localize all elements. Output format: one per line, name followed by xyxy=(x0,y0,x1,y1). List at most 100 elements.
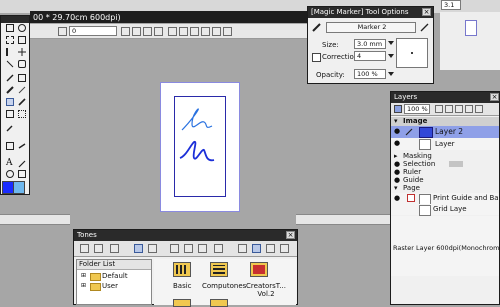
eye-icon[interactable]: ● xyxy=(394,127,400,135)
size-field[interactable]: 3.0 mm xyxy=(354,39,386,49)
tone-import-icon[interactable] xyxy=(80,244,89,253)
tone-settings-icon[interactable] xyxy=(110,244,119,253)
page-thumbnail[interactable] xyxy=(465,20,477,36)
brush-tool-icon[interactable] xyxy=(18,86,26,94)
tone-copy-icon[interactable] xyxy=(184,244,193,253)
eye-icon[interactable]: ● xyxy=(394,176,400,184)
lasso-tool-icon[interactable] xyxy=(18,24,26,32)
view-icon[interactable] xyxy=(168,27,177,36)
line-tool-icon[interactable] xyxy=(18,74,26,82)
page-number-field[interactable]: 3.1 xyxy=(441,0,461,10)
preset-selector[interactable]: Marker 2 xyxy=(326,22,416,33)
tone-set-icon[interactable] xyxy=(210,262,228,277)
tone-item-creators[interactable]: CreatorsT... Vol.2 xyxy=(242,282,290,298)
correction-field[interactable]: 4 xyxy=(354,51,386,61)
layer-link-icon[interactable] xyxy=(465,105,473,113)
tone-export-icon[interactable] xyxy=(94,244,103,253)
eye-icon[interactable]: ● xyxy=(394,194,400,202)
tones-close-icon[interactable]: × xyxy=(286,231,295,239)
tone-cut-icon[interactable] xyxy=(198,244,207,253)
selection-tool-icon[interactable] xyxy=(6,24,14,32)
gradient-tool-icon[interactable] xyxy=(6,142,14,150)
collapse-icon[interactable]: ▸ xyxy=(394,152,398,160)
layer-row-grid[interactable]: Grid Laye xyxy=(391,204,499,216)
layer-row-layer[interactable]: ● Layer xyxy=(391,138,499,150)
hand-tool-icon[interactable] xyxy=(18,60,26,68)
tone-set-icon[interactable] xyxy=(210,299,228,307)
tone-delete-icon[interactable] xyxy=(214,244,223,253)
eye-icon[interactable]: ● xyxy=(394,139,400,147)
expand-icon[interactable]: ▾ xyxy=(394,184,398,192)
tone-large-icons-icon[interactable] xyxy=(238,244,247,253)
tone-grid-view-icon[interactable] xyxy=(148,244,157,253)
tone-set-icon[interactable] xyxy=(250,262,268,277)
bottom-scroll-strip[interactable] xyxy=(0,214,70,225)
airbrush-tool-icon[interactable] xyxy=(6,110,14,118)
layer-row-image[interactable]: ▾ Image xyxy=(391,117,499,126)
wand-tool-icon[interactable] xyxy=(6,48,14,56)
marker-tool-icon[interactable] xyxy=(6,98,14,106)
rotate-tool-icon[interactable] xyxy=(18,170,26,178)
object-tool-icon[interactable] xyxy=(6,60,14,68)
bottom-scroll-strip-right[interactable] xyxy=(296,214,390,225)
expand-icon[interactable]: ▾ xyxy=(394,117,398,125)
background-color-swatch[interactable] xyxy=(13,181,25,194)
layer-type-icon[interactable] xyxy=(394,105,402,113)
print-icon[interactable] xyxy=(190,27,199,36)
snap-icon[interactable] xyxy=(201,27,210,36)
tone-small-icons-icon[interactable] xyxy=(252,244,261,253)
expand-icon[interactable]: ⊞ xyxy=(81,272,86,279)
move-tool-icon[interactable] xyxy=(18,48,26,56)
zoom-stepper-icon[interactable] xyxy=(58,27,67,36)
tone-details-icon[interactable] xyxy=(266,244,275,253)
marquee-tool-icon[interactable] xyxy=(6,36,14,44)
layer-folder-icon[interactable] xyxy=(445,105,453,113)
new-layer-icon[interactable] xyxy=(435,105,443,113)
ruler-icon[interactable] xyxy=(179,27,188,36)
zoom-tool-icon[interactable] xyxy=(6,170,14,178)
preset-edit-icon[interactable] xyxy=(420,23,429,32)
crop-tool-icon[interactable] xyxy=(18,36,26,44)
guide-icon[interactable] xyxy=(143,27,152,36)
print-guide-lock-icon[interactable] xyxy=(407,194,415,202)
layers-close-icon[interactable]: × xyxy=(490,93,499,101)
pen-tool-icon[interactable] xyxy=(6,74,14,82)
tone-item-computones[interactable]: Computones xyxy=(202,282,246,290)
tone-item-basic[interactable]: Basic xyxy=(173,282,192,290)
tone-set-icon[interactable] xyxy=(173,299,191,307)
tone-list-view-icon[interactable] xyxy=(134,244,143,253)
text-tool-icon[interactable]: A xyxy=(6,158,13,168)
layer-row-layer2[interactable]: ● Layer 2 xyxy=(391,126,499,138)
tone-set-icon[interactable] xyxy=(173,262,191,277)
flip-icon[interactable] xyxy=(132,27,141,36)
tone-tool-icon[interactable] xyxy=(18,110,26,118)
expand-icon[interactable]: ⊞ xyxy=(81,282,86,289)
close-icon[interactable]: × xyxy=(422,8,431,16)
zoom-field[interactable]: 0 xyxy=(69,26,117,36)
correction-dropdown-icon[interactable] xyxy=(388,54,394,58)
layer-lock-icon[interactable] xyxy=(455,105,463,113)
size-dropdown-icon[interactable] xyxy=(388,41,394,45)
fill-tool-icon[interactable] xyxy=(6,124,14,132)
layer-row-print-guide[interactable]: ● Print Guide and Basi... xyxy=(391,193,500,205)
marker-icon[interactable] xyxy=(223,27,232,36)
tone-new-folder-icon[interactable] xyxy=(170,244,179,253)
pen-edit-icon[interactable] xyxy=(405,128,413,136)
pencil-tool-icon[interactable] xyxy=(6,86,14,94)
opacity-field[interactable]: 100 % xyxy=(354,69,386,79)
eyedropper-tool-icon[interactable] xyxy=(18,160,26,168)
layer-row-page[interactable]: ▾ Page xyxy=(391,184,499,193)
rotate-icon[interactable] xyxy=(121,27,130,36)
layer-opacity-field[interactable]: 100 % xyxy=(404,104,430,114)
eye-icon[interactable]: ● xyxy=(394,160,400,168)
layer-delete-icon[interactable] xyxy=(475,105,483,113)
tone-preview-icon[interactable] xyxy=(280,244,289,253)
eye-icon[interactable]: ● xyxy=(394,168,400,176)
folder-user[interactable]: User xyxy=(102,282,118,290)
eraser-tool-icon[interactable] xyxy=(18,98,26,106)
layer-icon[interactable] xyxy=(212,27,221,36)
grid-icon[interactable] xyxy=(154,27,163,36)
folder-default[interactable]: Default xyxy=(102,272,128,280)
correction-checkbox[interactable] xyxy=(312,53,321,62)
smudge-tool-icon[interactable] xyxy=(18,142,26,150)
